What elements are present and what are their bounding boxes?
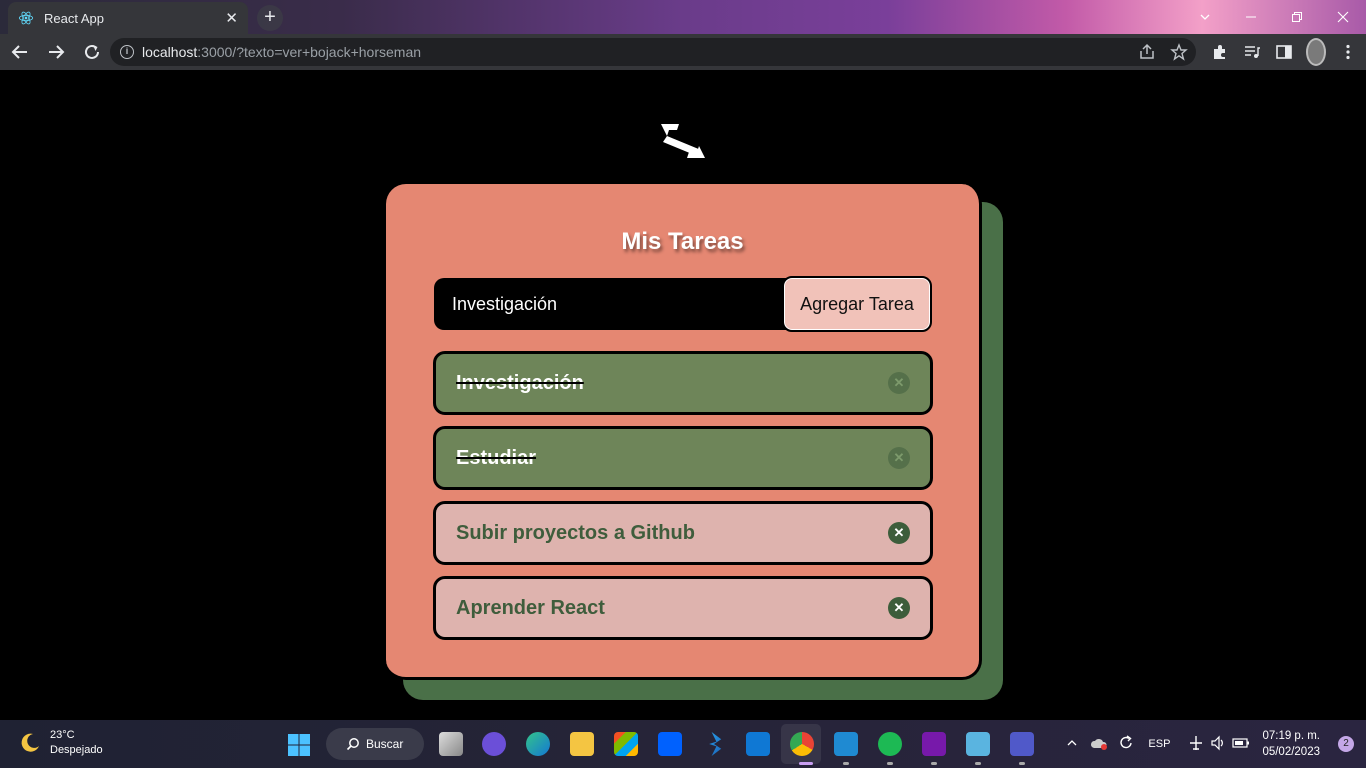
forward-icon[interactable] (40, 36, 72, 68)
os-taskbar: 23°C Despejado Buscar ESP 07:19 p. m. 05… (0, 720, 1366, 768)
tab-close-icon[interactable]: ✕ (225, 9, 238, 27)
notification-badge[interactable]: 2 (1338, 736, 1354, 752)
extensions-icon[interactable] (1210, 38, 1230, 66)
edge-icon[interactable] (526, 732, 550, 756)
flutter-icon[interactable] (709, 732, 722, 756)
running-indicator (1019, 762, 1025, 765)
task-item[interactable]: Subir proyectos a Github ✕ (433, 501, 933, 565)
spotify-icon[interactable] (878, 732, 902, 756)
add-task-button[interactable]: Agregar Tarea (782, 276, 932, 332)
task-view-icon[interactable] (439, 732, 463, 756)
react-icon (18, 11, 34, 25)
app-logo-icon (661, 124, 705, 158)
teams-icon[interactable] (1010, 732, 1034, 756)
running-indicator (887, 762, 893, 765)
file-explorer-icon[interactable] (570, 732, 594, 756)
back-icon[interactable] (4, 36, 36, 68)
task-text[interactable]: Aprender React (456, 597, 888, 620)
page-title: Mis Tareas (621, 228, 744, 255)
task-text[interactable]: Subir proyectos a Github (456, 522, 888, 545)
clock-time: 07:19 p. m. (1262, 730, 1320, 742)
teams-chat-icon[interactable] (482, 732, 506, 756)
address-bar[interactable]: i localhost :3000/?texto=ver+bojack+hors… (110, 38, 1196, 66)
windows-start-icon[interactable] (287, 733, 311, 757)
show-hidden-icons-icon[interactable] (1066, 737, 1078, 752)
onenote-icon[interactable] (922, 732, 946, 756)
tab-search-icon[interactable] (1182, 0, 1228, 34)
remote-desktop-icon[interactable] (966, 732, 990, 756)
reload-icon[interactable] (76, 36, 108, 68)
task-text[interactable]: Estudiar (456, 447, 888, 470)
browser-toolbar: i localhost :3000/?texto=ver+bojack+hors… (0, 34, 1366, 70)
delete-task-icon[interactable]: ✕ (888, 597, 910, 619)
delete-task-icon[interactable]: ✕ (888, 447, 910, 469)
clock-date: 05/02/2023 (1262, 746, 1320, 758)
mail-icon[interactable] (746, 732, 770, 756)
restore-icon[interactable] (1274, 0, 1320, 34)
new-tab-button[interactable]: + (257, 5, 283, 31)
task-item[interactable]: Investigación ✕ (433, 351, 933, 415)
chrome-icon[interactable] (790, 732, 814, 756)
close-window-icon[interactable] (1320, 0, 1366, 34)
running-indicator (975, 762, 981, 765)
media-control-icon[interactable] (1242, 38, 1262, 66)
omnibox-actions (1138, 43, 1188, 64)
language-indicator[interactable]: ESP (1148, 738, 1170, 750)
microsoft-store-icon[interactable] (614, 732, 638, 756)
task-item[interactable]: Estudiar ✕ (433, 426, 933, 490)
task-item[interactable]: Aprender React ✕ (433, 576, 933, 640)
side-panel-icon[interactable] (1274, 38, 1294, 66)
browser-titlebar: React App ✕ + (0, 0, 1366, 34)
delete-task-icon[interactable]: ✕ (888, 372, 910, 394)
minimize-icon[interactable] (1228, 0, 1274, 34)
moon-icon (21, 733, 39, 752)
page-content: Mis Tareas Agregar Tarea Investigación ✕… (0, 70, 1366, 720)
search-label: Buscar (366, 737, 404, 751)
running-indicator (843, 762, 849, 765)
volume-icon[interactable] (1210, 735, 1226, 754)
profile-avatar[interactable] (1306, 38, 1326, 66)
delete-task-icon[interactable]: ✕ (888, 522, 910, 544)
url-path: :3000/?texto=ver+bojack+horseman (197, 44, 422, 60)
onedrive-icon[interactable] (1090, 736, 1108, 753)
share-icon[interactable] (1138, 43, 1156, 64)
battery-icon[interactable] (1232, 736, 1250, 753)
vscode-icon[interactable] (834, 732, 858, 756)
site-info-icon[interactable]: i (120, 45, 134, 59)
task-input[interactable] (434, 278, 794, 330)
clock[interactable]: 07:19 p. m. 05/02/2023 (1262, 728, 1320, 760)
task-text[interactable]: Investigación (456, 372, 888, 395)
weather-condition: Despejado (50, 744, 103, 756)
search-icon (346, 738, 359, 751)
browser-tab[interactable]: React App ✕ (8, 2, 248, 34)
dropbox-icon[interactable] (658, 732, 682, 756)
task-form: Agregar Tarea (434, 276, 932, 332)
weather-widget[interactable]: 23°C Despejado (18, 728, 103, 758)
chrome-active-indicator (799, 762, 813, 765)
toolbar-right (1210, 38, 1358, 66)
window-controls (1182, 0, 1366, 34)
weather-temperature: 23°C (50, 729, 75, 741)
sync-icon[interactable] (1118, 734, 1134, 754)
taskbar-search[interactable]: Buscar (326, 728, 424, 760)
todo-card: Mis Tareas Agregar Tarea Investigación ✕… (386, 184, 982, 680)
running-indicator (931, 762, 937, 765)
airplane-mode-icon[interactable] (1188, 735, 1204, 754)
bookmark-star-icon[interactable] (1170, 43, 1188, 64)
menu-kebab-icon[interactable] (1338, 38, 1358, 66)
system-tray: ESP 07:19 p. m. 05/02/2023 2 (1066, 720, 1366, 768)
url-host: localhost (142, 44, 198, 60)
tab-title: React App (44, 10, 104, 26)
